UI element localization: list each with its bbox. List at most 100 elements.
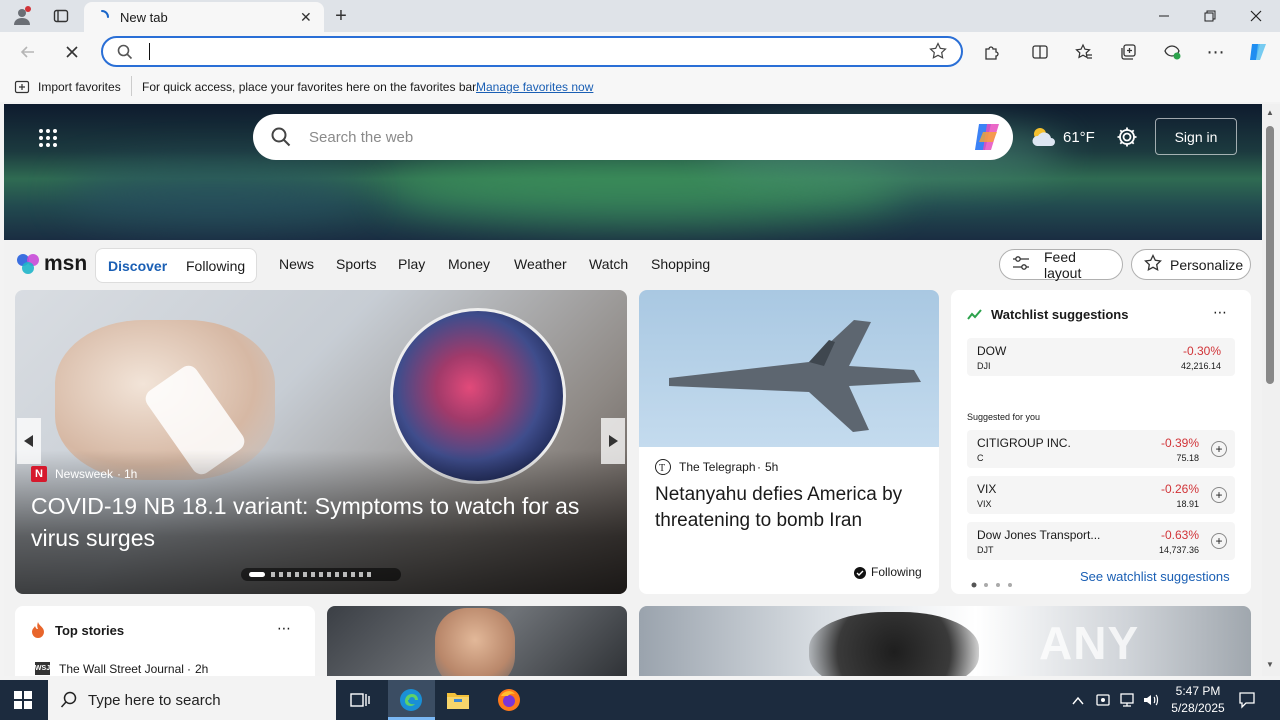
network-icon[interactable] — [1118, 692, 1136, 713]
watchlist-pager-dots[interactable] — [971, 575, 1017, 593]
import-favorites-button[interactable]: Import favorites — [38, 80, 121, 94]
nav-sports[interactable]: Sports — [336, 256, 376, 272]
tab-title: New tab — [120, 9, 168, 25]
new-tab-page: Search the web 61°F Sign in msn Discover… — [4, 104, 1262, 676]
browser-essentials-icon[interactable] — [1160, 40, 1184, 64]
carousel-prev-icon[interactable] — [17, 418, 41, 464]
nav-weather[interactable]: Weather — [514, 256, 567, 272]
stock-ticker: DJI — [977, 361, 991, 371]
personalize-button[interactable]: Personalize — [1131, 249, 1251, 280]
hero-dot: · — [117, 467, 121, 481]
tab-actions-icon[interactable] — [48, 0, 74, 32]
collections-icon[interactable] — [1116, 40, 1140, 64]
copilot-icon[interactable] — [971, 122, 1003, 157]
msn-logo-icon[interactable] — [16, 252, 42, 281]
device-icon[interactable] — [1095, 692, 1111, 713]
minimize-icon[interactable] — [1141, 0, 1187, 32]
firefox-icon[interactable] — [497, 688, 521, 717]
hero-source: Newsweek — [55, 467, 114, 481]
hero-story-card[interactable]: N Newsweek · 1h COVID-19 NB 18.1 variant… — [15, 290, 627, 594]
stop-loading-icon[interactable] — [60, 40, 84, 64]
tab-discover[interactable]: Discover — [108, 258, 167, 274]
windows-start-icon[interactable] — [14, 691, 32, 714]
favorite-star-icon[interactable] — [929, 42, 947, 65]
nav-money[interactable]: Money — [448, 256, 490, 272]
web-search-input[interactable]: Search the web — [309, 129, 413, 146]
hero-age: 1h — [124, 467, 138, 481]
volume-icon[interactable] — [1142, 692, 1160, 713]
restore-icon[interactable] — [1187, 0, 1233, 32]
clock-time[interactable]: 5:47 PM — [1173, 684, 1223, 698]
check-circle-icon — [854, 566, 866, 584]
see-watchlist-link[interactable]: See watchlist suggestions — [1080, 569, 1230, 584]
close-window-icon[interactable] — [1233, 0, 1279, 32]
tab-new-tab[interactable]: New tab ✕ — [84, 2, 324, 32]
close-tab-icon[interactable]: ✕ — [300, 9, 312, 26]
tab-following[interactable]: Following — [186, 258, 245, 274]
personalize-star-icon — [1144, 253, 1162, 275]
nav-play[interactable]: Play — [398, 256, 425, 272]
svg-text:T: T — [659, 463, 665, 474]
telegraph-story-card[interactable]: T The Telegraph · 5h Netanyahu defies Am… — [639, 290, 939, 594]
watchlist-more-icon[interactable]: ⋯ — [1213, 304, 1227, 321]
add-to-watchlist-icon[interactable]: + — [1211, 441, 1227, 457]
apps-grid-icon[interactable] — [38, 128, 58, 153]
search-icon — [271, 127, 291, 152]
stock-change: -0.39% — [1160, 436, 1199, 450]
file-explorer-icon[interactable] — [446, 689, 470, 716]
task-view-icon[interactable] — [350, 691, 370, 714]
telegraph-age: 5h — [765, 460, 779, 474]
feed-layout-label: Feed layout — [1044, 248, 1082, 281]
newsweek-logo-icon: N — [31, 466, 47, 482]
telegraph-headline[interactable]: Netanyahu defies America by threatening … — [655, 482, 931, 534]
watchlist-row[interactable]: CITIGROUP INC. C -0.39% 75.18 + — [967, 430, 1235, 468]
top-stories-more-icon[interactable]: ⋯ — [277, 620, 291, 637]
top-stories-card: Top stories ⋯ WSJ The Wall Street Journa… — [15, 606, 315, 676]
watchlist-row[interactable]: VIX VIX -0.26% 18.91 + — [967, 476, 1235, 514]
watchlist-row[interactable]: DOW DJI -0.30% 42,216.14 — [967, 338, 1235, 376]
extensions-icon[interactable] — [980, 40, 1004, 64]
copilot-icon[interactable] — [1246, 40, 1270, 64]
scroll-down-icon[interactable]: ▼ — [1266, 660, 1274, 669]
address-bar[interactable] — [101, 36, 963, 67]
watchlist-row[interactable]: Dow Jones Transport... DJT -0.63% 14,737… — [967, 522, 1235, 560]
new-tab-button[interactable]: + — [330, 0, 352, 32]
hero-headline[interactable]: COVID-19 NB 18.1 variant: Symptoms to wa… — [31, 490, 621, 554]
more-options-icon[interactable]: ⋯ — [1204, 40, 1228, 64]
nav-shopping[interactable]: Shopping — [651, 256, 710, 272]
chevron-up-icon[interactable] — [1072, 693, 1084, 711]
profile-icon[interactable] — [8, 0, 36, 32]
manage-favorites-link[interactable]: Manage favorites now — [476, 80, 593, 94]
back-icon[interactable] — [16, 40, 40, 64]
politics-story-image[interactable]: ANY RUN — [639, 606, 1251, 676]
following-label[interactable]: Following — [871, 565, 922, 579]
feed-layout-button[interactable]: Feed layout — [999, 248, 1123, 281]
gym-story-image[interactable] — [327, 606, 627, 676]
weather-temperature[interactable]: 61°F — [1063, 129, 1095, 146]
sign-in-button[interactable]: Sign in — [1155, 118, 1237, 155]
split-screen-icon[interactable] — [1028, 40, 1052, 64]
add-to-watchlist-icon[interactable]: + — [1211, 487, 1227, 503]
watermark-text: ANY RUN — [1039, 617, 1141, 676]
hero-background: Search the web 61°F Sign in — [4, 104, 1262, 240]
nav-news[interactable]: News — [279, 256, 314, 272]
add-to-watchlist-icon[interactable]: + — [1211, 533, 1227, 549]
wsj-logo-icon: WSJ — [35, 662, 50, 675]
notifications-icon[interactable] — [1238, 691, 1256, 714]
scrollbar-thumb[interactable] — [1266, 126, 1274, 384]
stock-change: -0.63% — [1160, 528, 1199, 542]
page-scrollbar[interactable]: ▲ ▼ — [1262, 104, 1280, 676]
settings-gear-icon[interactable] — [1116, 126, 1138, 153]
stock-price: 75.18 — [1176, 453, 1199, 463]
taskbar-edge-app[interactable] — [388, 680, 435, 720]
nav-watch[interactable]: Watch — [589, 256, 628, 272]
stock-ticker: VIX — [977, 499, 992, 509]
favorites-icon[interactable] — [1072, 40, 1096, 64]
taskbar-search[interactable]: Type here to search — [48, 680, 336, 720]
carousel-next-icon[interactable] — [601, 418, 625, 464]
web-search-box[interactable]: Search the web — [253, 114, 1013, 160]
carousel-dots[interactable] — [241, 568, 401, 581]
taskbar-search-input[interactable]: Type here to search — [88, 692, 221, 709]
clock-date[interactable]: 5/28/2025 — [1167, 701, 1229, 715]
scroll-up-icon[interactable]: ▲ — [1266, 108, 1274, 117]
